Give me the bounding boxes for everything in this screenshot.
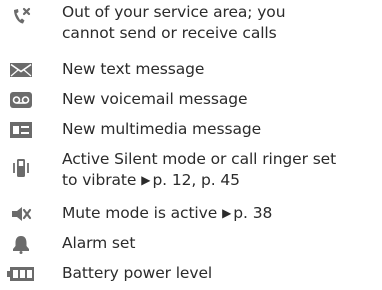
description-line: Out of your service area; you xyxy=(62,3,286,21)
status-icon-list: Out of your service area; you cannot sen… xyxy=(0,0,382,290)
icon-description: New voicemail message xyxy=(62,89,378,110)
icon-description: Mute mode is active ▶ p. 38 xyxy=(62,203,378,225)
description-line: New multimedia message xyxy=(62,120,262,138)
description-line: Active Silent mode or call ringer set xyxy=(62,150,337,168)
icon-description: Alarm set xyxy=(62,233,378,254)
mute-icon xyxy=(4,203,38,225)
description-text: Mute mode is active xyxy=(62,204,218,222)
page-ref-arrow-icon: ▶ xyxy=(141,173,151,187)
description-line: cannot send or receive calls xyxy=(62,24,277,42)
description-line: Mute mode is active ▶ p. 38 xyxy=(62,203,378,225)
page-reference: p. 38 xyxy=(233,204,273,222)
description-line: New voicemail message xyxy=(62,90,248,108)
page-ref-arrow-icon: ▶ xyxy=(222,206,232,220)
icon-description: New multimedia message xyxy=(62,119,378,140)
vibrate-icon xyxy=(4,157,38,179)
battery-icon xyxy=(4,263,38,285)
description-text: to vibrate xyxy=(62,171,137,189)
multimedia-message-icon xyxy=(4,119,38,141)
icon-description: Active Silent mode or call ringer set to… xyxy=(62,149,378,192)
voicemail-icon xyxy=(4,89,38,111)
icon-description: Out of your service area; you cannot sen… xyxy=(62,2,378,44)
no-service-icon xyxy=(4,6,38,28)
text-message-icon xyxy=(4,59,38,81)
icon-description: New text message xyxy=(62,59,378,80)
description-line: to vibrate ▶ p. 12, p. 45 xyxy=(62,170,378,192)
description-line: Battery power level xyxy=(62,264,213,282)
description-line: New text message xyxy=(62,60,205,78)
icon-description: Battery power level xyxy=(62,263,378,284)
description-line: Alarm set xyxy=(62,234,136,252)
alarm-icon xyxy=(4,233,38,255)
page-reference: p. 12, p. 45 xyxy=(152,171,240,189)
